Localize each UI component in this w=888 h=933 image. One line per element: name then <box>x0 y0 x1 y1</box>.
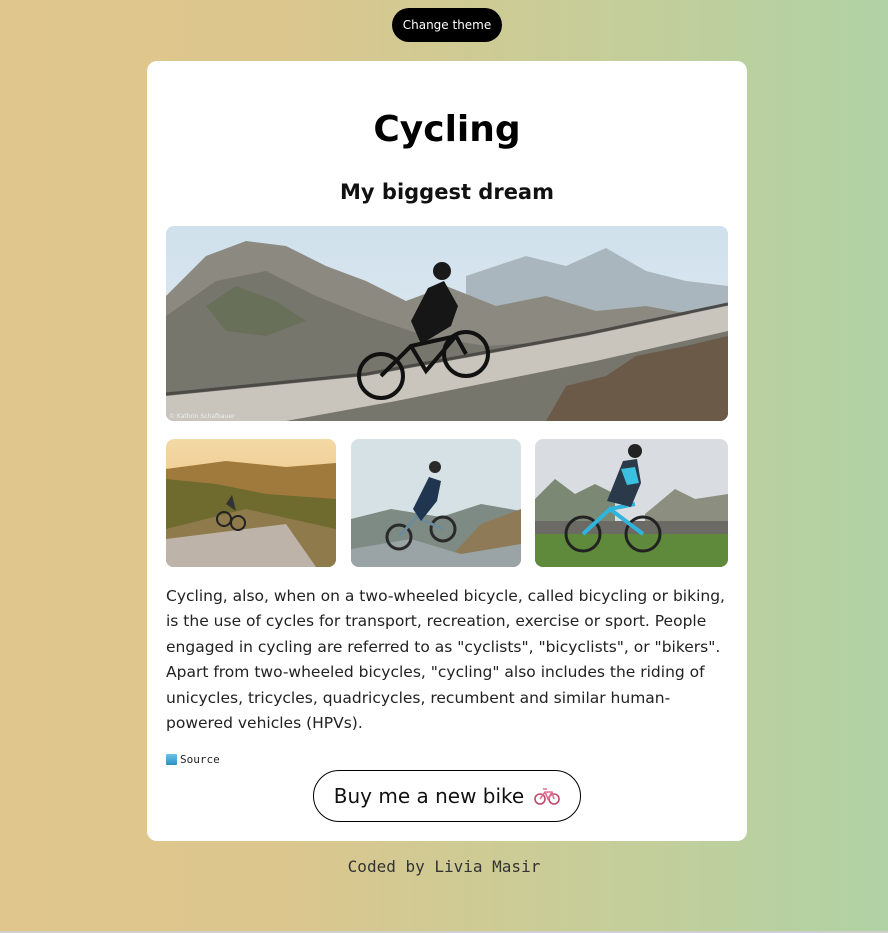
content-card: Cycling My biggest dream © Kathrin Schaf… <box>147 61 747 841</box>
hero-image: © Kathrin Schafbauer <box>166 226 728 421</box>
bicycle-icon <box>534 786 561 806</box>
thumbnail-sunset <box>166 439 336 567</box>
book-icon <box>166 754 177 765</box>
page-title: Cycling <box>373 109 521 150</box>
page-subtitle: My biggest dream <box>340 180 554 204</box>
image-credit: © Kathrin Schafbauer <box>169 413 235 420</box>
source-link[interactable]: Source <box>166 753 220 766</box>
buy-bike-button[interactable]: Buy me a new bike <box>313 770 581 822</box>
description-paragraph: Cycling, also, when on a two-wheeled bic… <box>166 587 725 733</box>
buy-bike-label: Buy me a new bike <box>333 784 525 808</box>
thumbnail-blue-bike <box>535 439 728 567</box>
change-theme-button[interactable]: Change theme <box>392 8 502 42</box>
thumbnail-coastal-road <box>351 439 521 567</box>
source-label: Source <box>180 753 220 766</box>
footer-credit: Coded by Livia Masir <box>347 857 541 876</box>
